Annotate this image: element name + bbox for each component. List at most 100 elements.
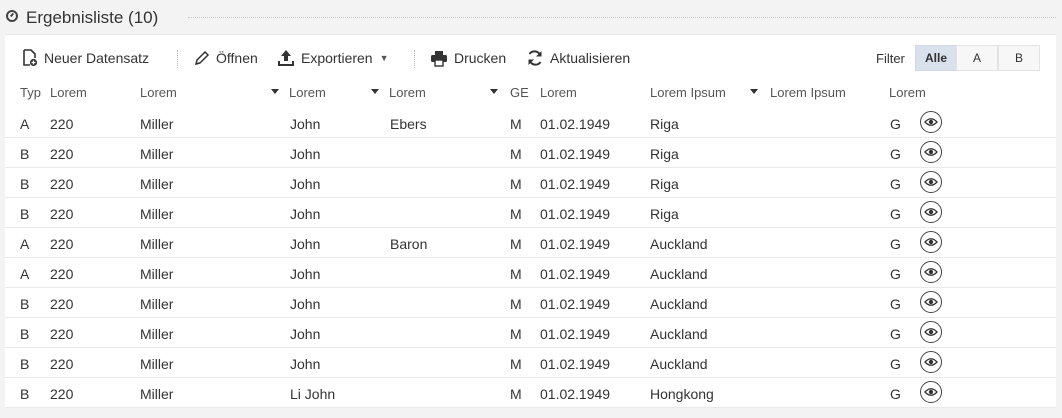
table-row[interactable]: A 220 Miller John Ebers M 01.02.1949 Riga G (5, 108, 1056, 138)
cell-typ: B (20, 176, 30, 192)
filter-b-button[interactable]: B (998, 45, 1040, 71)
cell-typ: B (20, 296, 30, 312)
sort-caret-icon[interactable] (750, 89, 758, 94)
column-header-lorem-1[interactable]: Lorem (50, 85, 87, 100)
cell-city: Auckland (650, 326, 708, 342)
open-label: Öffnen (216, 50, 258, 66)
cell-firstname: John (290, 146, 321, 162)
table-row[interactable]: B 220 Miller John M 01.02.1949 Riga G (5, 168, 1056, 198)
print-button[interactable]: Drucken (430, 49, 506, 67)
cell-city: Riga (650, 116, 679, 132)
eye-icon (924, 148, 938, 156)
cell-firstname: John (290, 266, 321, 282)
view-button[interactable] (920, 111, 942, 133)
open-button[interactable]: Öffnen (193, 49, 258, 67)
view-button[interactable] (920, 171, 942, 193)
filter-label: Filter (876, 51, 905, 66)
cell-code: G (890, 356, 901, 372)
cell-date: 01.02.1949 (540, 296, 611, 312)
cell-date: 01.02.1949 (540, 206, 611, 222)
cell-lastname: Miller (140, 296, 174, 312)
column-header-lorem-2[interactable]: Lorem (140, 85, 177, 100)
cell-ge: M (510, 386, 522, 402)
cell-code: G (890, 116, 901, 132)
cell-code: G (890, 146, 901, 162)
cell-ge: M (510, 266, 522, 282)
column-header-lorem-ipsum-2[interactable]: Lorem Ipsum (770, 85, 846, 100)
cell-code: G (890, 386, 901, 402)
view-button[interactable] (920, 201, 942, 223)
filter-a-button[interactable]: A (956, 45, 998, 71)
table-row[interactable]: B 220 Miller John M 01.02.1949 Auckland G (5, 288, 1056, 318)
cell-ge: M (510, 296, 522, 312)
cell-date: 01.02.1949 (540, 386, 611, 402)
cell-extra: Ebers (390, 116, 427, 132)
cell-typ: A (20, 236, 30, 252)
cell-code: G (890, 236, 901, 252)
cell-typ: B (20, 146, 30, 162)
view-button[interactable] (920, 381, 942, 403)
cell-ge: M (510, 356, 522, 372)
table-row[interactable]: B 220 Miller John M 01.02.1949 Riga G (5, 138, 1056, 168)
pencil-icon (194, 50, 210, 65)
table-row[interactable]: A 220 Miller John M 01.02.1949 Auckland G (5, 258, 1056, 288)
cell-lastname: Miller (140, 236, 174, 252)
view-button[interactable] (920, 261, 942, 283)
eye-icon (924, 298, 938, 306)
cell-code: G (890, 176, 901, 192)
cell-id: 220 (50, 326, 74, 342)
table-row[interactable]: A 220 Miller John Baron M 01.02.1949 Auckland G (5, 228, 1056, 258)
table-row[interactable]: B 220 Miller John M 01.02.1949 Auckland G (5, 348, 1056, 378)
toolbar: Neuer Datensatz Öffnen Exportieren ▼ Dru… (5, 35, 1056, 79)
sort-caret-icon[interactable] (371, 89, 379, 94)
view-button[interactable] (920, 141, 942, 163)
table-row[interactable]: B 220 Miller John M 01.02.1949 Auckland G (5, 318, 1056, 348)
column-header-typ[interactable]: Typ (20, 85, 41, 100)
cell-firstname: John (290, 356, 321, 372)
column-header-lorem-5[interactable]: Lorem (540, 85, 577, 100)
cell-id: 220 (50, 266, 74, 282)
cell-date: 01.02.1949 (540, 326, 611, 342)
cell-typ: B (20, 326, 30, 342)
column-header-lorem-4[interactable]: Lorem (389, 85, 426, 100)
new-record-button[interactable]: Neuer Datensatz (22, 49, 149, 67)
cell-firstname: John (290, 206, 321, 222)
column-header-lorem-ipsum-1[interactable]: Lorem Ipsum (650, 85, 726, 100)
column-header-lorem-6[interactable]: Lorem (889, 85, 926, 100)
column-header-lorem-3[interactable]: Lorem (289, 85, 326, 100)
table-row[interactable]: B 220 Miller Li John M 01.02.1949 Hongkong G (5, 378, 1056, 408)
print-label: Drucken (454, 50, 507, 66)
cell-code: G (890, 206, 901, 222)
sort-caret-icon[interactable] (490, 89, 498, 94)
view-button[interactable] (920, 321, 942, 343)
section-header: Ergebnisliste (10) (0, 0, 1062, 34)
view-button[interactable] (920, 231, 942, 253)
cell-extra: Baron (390, 236, 428, 252)
cell-typ: A (20, 266, 30, 282)
printer-icon (431, 50, 447, 67)
cell-firstname: John (290, 326, 321, 342)
cell-lastname: Miller (140, 146, 174, 162)
export-button[interactable]: Exportieren ▼ (277, 49, 389, 67)
cell-code: G (890, 296, 901, 312)
toolbar-separator (414, 50, 415, 68)
column-header-ge[interactable]: GE (510, 85, 529, 100)
cell-lastname: Miller (140, 386, 174, 402)
cell-city: Auckland (650, 296, 708, 312)
cell-city: Auckland (650, 266, 708, 282)
table-row[interactable]: B 220 Miller John M 01.02.1949 Riga G (5, 198, 1056, 228)
cell-firstname: John (290, 176, 321, 192)
toolbar-separator (177, 50, 178, 68)
sort-caret-icon[interactable] (271, 89, 279, 94)
cell-firstname: John (290, 116, 321, 132)
cell-city: Riga (650, 176, 679, 192)
view-button[interactable] (920, 351, 942, 373)
view-button[interactable] (920, 291, 942, 313)
new-document-icon (23, 49, 38, 67)
cell-typ: A (20, 116, 30, 132)
refresh-button[interactable]: Aktualisieren (526, 49, 630, 67)
filter-all-button[interactable]: Alle (915, 45, 957, 71)
eye-icon (924, 178, 938, 186)
cell-id: 220 (50, 386, 74, 402)
cell-firstname: Li John (290, 386, 336, 402)
